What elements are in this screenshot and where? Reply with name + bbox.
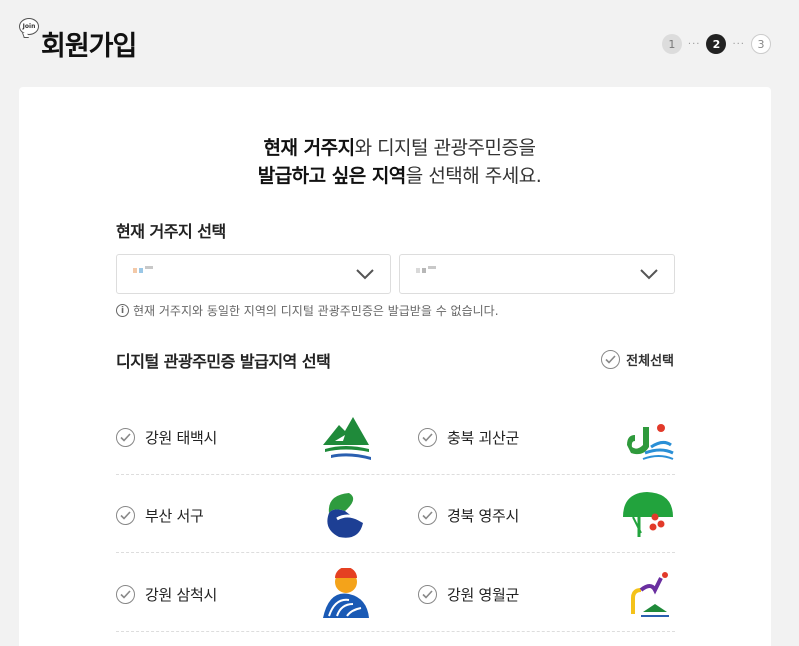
samcheok-logo-icon (323, 568, 369, 618)
row-divider (116, 631, 675, 632)
province-value-redacted (133, 266, 153, 273)
join-badge-text: Join (22, 23, 36, 30)
check-icon (418, 584, 437, 604)
step-separator: ··· (732, 38, 745, 50)
region-item-goesan[interactable]: 충북 괴산군 (418, 398, 675, 476)
step-1: 1 (661, 34, 682, 54)
province-select[interactable] (116, 254, 391, 294)
chevron-down-icon (640, 269, 658, 280)
step-separator: ··· (687, 38, 701, 50)
region-label: 충북 괴산군 (447, 428, 519, 447)
goesan-logo-icon (627, 424, 674, 460)
headline-emphasis-1: 현재 거주지 (263, 137, 356, 159)
row-divider (116, 474, 675, 475)
headline-emphasis-2: 발급하고 싶은 지역 (257, 165, 407, 187)
yeongju-logo-icon (623, 492, 673, 537)
region-label: 부산 서구 (145, 506, 204, 525)
region-label: 강원 태백시 (145, 428, 217, 447)
select-all-label: 전체선택 (626, 354, 674, 369)
check-icon (116, 584, 135, 604)
busan-seogu-logo-icon (327, 493, 363, 538)
region-item-yeongwol[interactable]: 강원 영월군 (418, 555, 675, 633)
region-label: 강원 영월군 (447, 585, 519, 604)
check-icon (418, 427, 437, 447)
step-3: 3 (751, 34, 771, 54)
row-divider (116, 552, 675, 553)
headline: 현재 거주지와 디지털 관광주민증을 발급하고 싶은 지역을 선택해 주세요. (0, 134, 799, 190)
headline-line-1: 현재 거주지와 디지털 관광주민증을 (0, 134, 799, 162)
notice-text: 현재 거주지와 동일한 지역의 디지털 관광주민증은 발급받을 수 없습니다. (133, 304, 499, 318)
city-select[interactable] (399, 254, 675, 294)
info-icon: i (116, 304, 129, 317)
region-label: 강원 삼척시 (145, 585, 217, 604)
residence-notice: i 현재 거주지와 동일한 지역의 디지털 관광주민증은 발급받을 수 없습니다… (116, 302, 499, 319)
headline-line-2: 발급하고 싶은 지역을 선택해 주세요. (0, 162, 799, 190)
region-item-busan-seogu[interactable]: 부산 서구 (116, 476, 373, 554)
issue-region-label: 디지털 관광주민증 발급지역 선택 (116, 352, 331, 371)
headline-text-1: 와 디지털 관광주민증을 (354, 137, 536, 159)
page-title: 회원가입 (41, 31, 137, 62)
region-item-yeongju[interactable]: 경북 영주시 (418, 476, 675, 554)
city-value-redacted (416, 266, 436, 273)
region-item-samcheok[interactable]: 강원 삼척시 (116, 555, 373, 633)
check-icon (116, 505, 135, 525)
residence-label: 현재 거주지 선택 (116, 222, 226, 241)
taebaek-logo-icon (323, 417, 371, 460)
step-indicator: 1 ··· 2 ··· 3 (661, 34, 771, 54)
headline-text-2: 을 선택해 주세요. (405, 165, 542, 187)
yeongwol-logo-icon (631, 572, 669, 617)
check-icon (116, 427, 135, 447)
step-2: 2 (706, 34, 727, 54)
region-label: 경북 영주시 (447, 506, 519, 525)
join-badge-icon: Join (19, 18, 39, 35)
select-all-button[interactable]: 전체선택 (601, 350, 674, 369)
check-icon (601, 350, 621, 369)
chevron-down-icon (356, 269, 374, 280)
check-icon (418, 505, 437, 525)
region-item-taebaek[interactable]: 강원 태백시 (116, 398, 373, 476)
